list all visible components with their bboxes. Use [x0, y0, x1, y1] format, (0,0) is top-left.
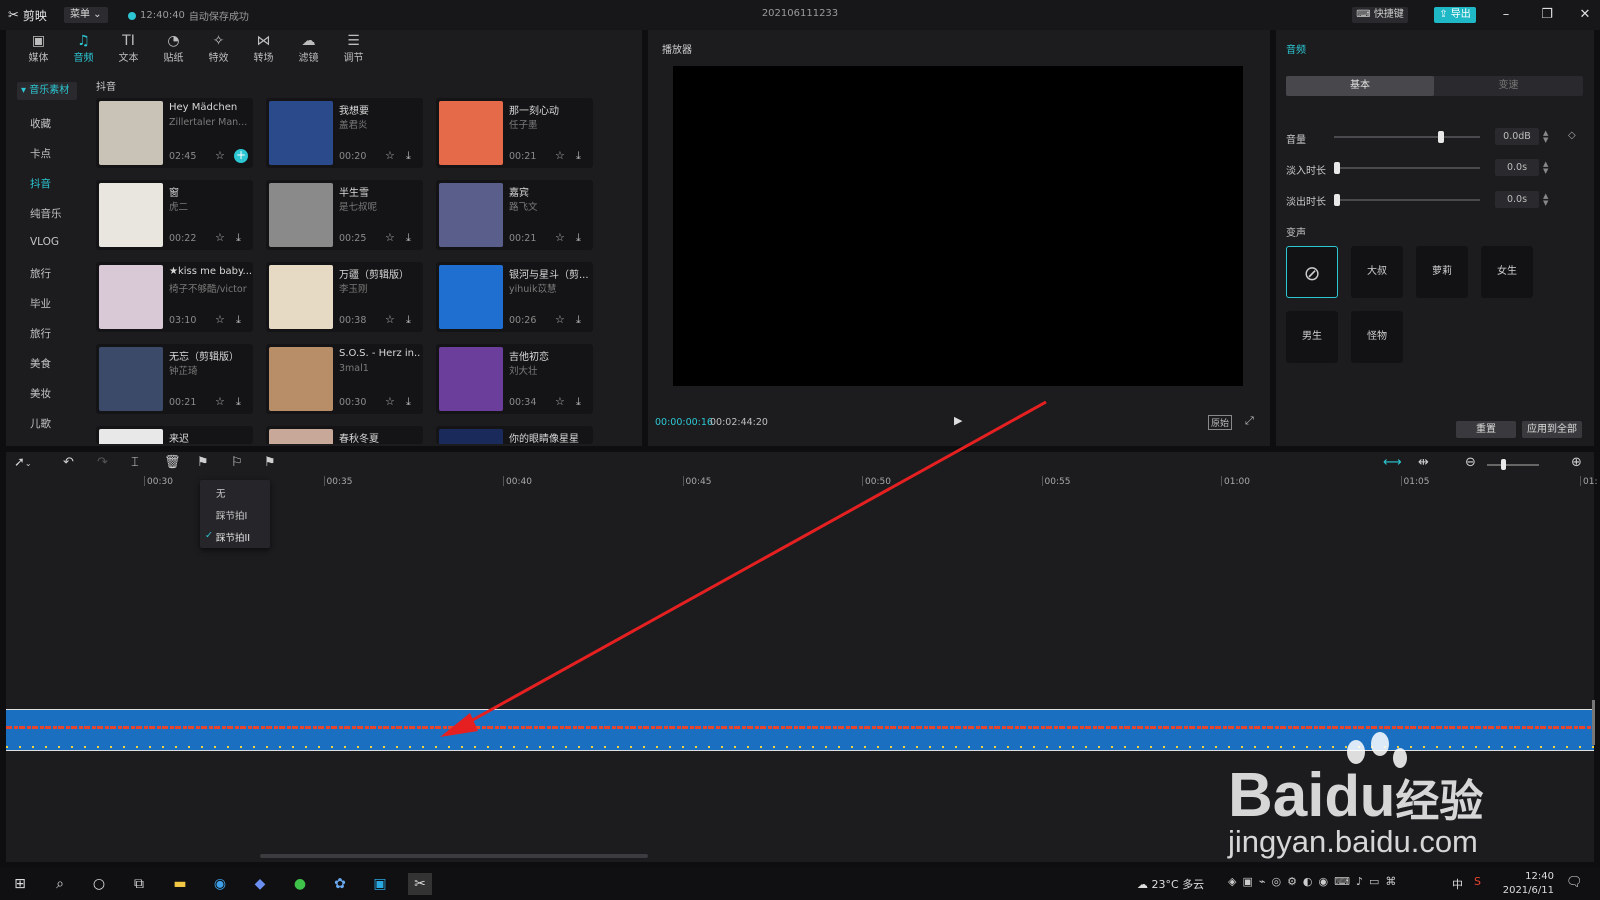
cortana-icon[interactable]: ○	[87, 873, 111, 895]
app-icon[interactable]: ◆	[248, 873, 272, 895]
baidu-watermark: Baidu经验	[1228, 761, 1484, 830]
app-icon[interactable]: ▣	[368, 873, 392, 895]
system-tray-icons[interactable]: ◈▣⌁◎⚙◐◉⌨♪▭⌘	[1228, 875, 1402, 888]
browser-icon[interactable]: ✿	[328, 873, 352, 895]
search-icon[interactable]: ⌕	[48, 873, 72, 895]
arrow-shaft	[459, 400, 1047, 729]
capcut-taskbar-icon[interactable]: ✂	[408, 873, 432, 895]
sogou-icon[interactable]: S	[1474, 875, 1481, 888]
clock-time[interactable]: 12:40	[1510, 871, 1554, 882]
edge-browser-icon[interactable]: ◉	[208, 873, 232, 895]
notification-icon[interactable]: 🗨	[1566, 875, 1583, 890]
ime-indicator[interactable]: 中	[1452, 876, 1463, 892]
windows-start-icon[interactable]: ⊞	[8, 873, 32, 895]
task-view-icon[interactable]: ⧉	[127, 873, 151, 895]
weather-widget[interactable]: ☁ 23°C 多云	[1137, 876, 1204, 892]
wechat-icon[interactable]: ●	[288, 873, 312, 895]
file-explorer-icon[interactable]: ▬	[168, 873, 192, 895]
clock-date[interactable]: 2021/6/11	[1496, 885, 1554, 896]
arrow-head	[440, 713, 478, 737]
cloud-icon: ☁	[1137, 878, 1148, 891]
watermark-url: jingyan.baidu.com	[1228, 824, 1478, 859]
